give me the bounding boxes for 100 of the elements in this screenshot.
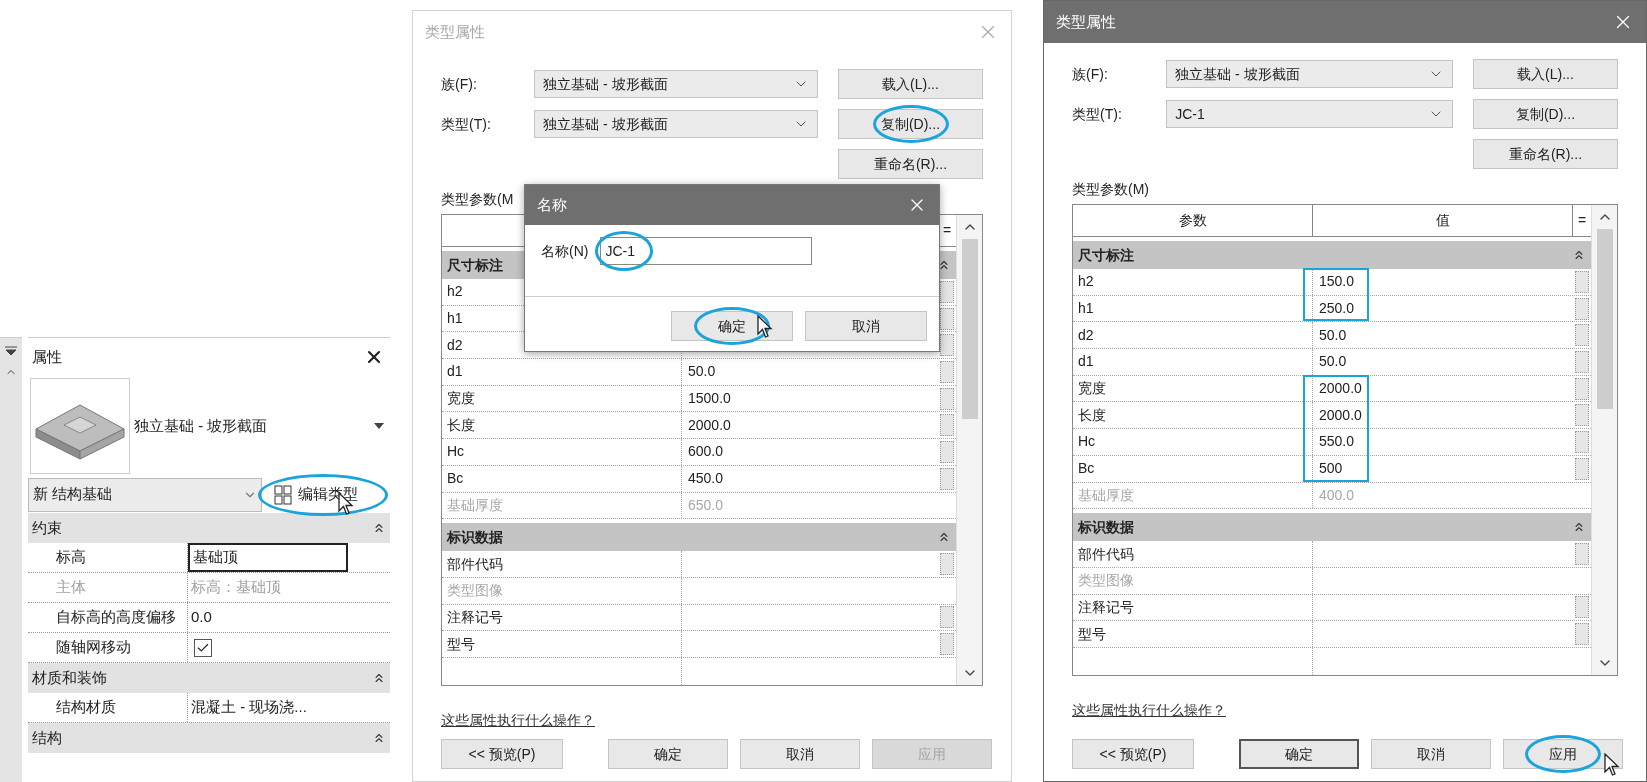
dialog-button[interactable]: 取消 (740, 739, 860, 769)
parameter-link-button[interactable] (940, 360, 954, 383)
parameter-value-cell[interactable]: 500 (1313, 455, 1573, 482)
parameter-link-button[interactable] (940, 280, 954, 303)
parameter-link-button[interactable] (1575, 543, 1589, 566)
parameter-link-button[interactable] (1575, 377, 1589, 400)
section-header[interactable]: 标识数据 (1073, 513, 1591, 542)
collapse-icon[interactable] (372, 731, 386, 745)
type-dropdown[interactable]: JC-1 (1166, 100, 1453, 128)
dialog-button[interactable]: 确定 (1239, 739, 1359, 769)
parameter-name-cell: 长度 (442, 412, 682, 439)
column-header: 值 (1313, 205, 1573, 236)
section-label: 类型参数(M (441, 190, 514, 209)
parameter-value-cell[interactable]: 50.0 (682, 359, 938, 385)
parameter-link-button[interactable] (1575, 324, 1589, 347)
parameter-name-cell: d1 (442, 359, 682, 385)
side-button[interactable]: 载入(L)... (838, 69, 983, 99)
side-button[interactable]: 重命名(R)... (838, 149, 983, 179)
parameter-link-button[interactable] (940, 387, 954, 410)
parameter-link-button[interactable] (1575, 350, 1589, 373)
parameter-value-cell[interactable]: 1500.0 (682, 385, 938, 412)
dialog-button[interactable]: 应用 (1503, 739, 1623, 769)
parameter-value-cell[interactable]: 2000.0 (1313, 375, 1573, 402)
parameter-value-cell[interactable]: 250.0 (1313, 295, 1573, 322)
parameter-link-button[interactable] (940, 633, 954, 656)
side-button[interactable]: 复制(D)... (838, 109, 983, 139)
instance-filter-dropdown[interactable]: 新 结构基础 (28, 477, 262, 512)
parameter-name-cell: Bc (442, 465, 682, 492)
parameter-link-button[interactable] (1575, 430, 1589, 453)
parameter-link-button[interactable] (940, 307, 954, 330)
cursor-icon (757, 315, 773, 339)
type-dropdown[interactable]: 独立基础 - 坡形截面 (534, 110, 818, 138)
parameter-name-cell: 注释记号 (442, 604, 682, 631)
field-label: 类型(T): (1072, 104, 1123, 124)
parameter-value-cell[interactable]: 600.0 (682, 439, 938, 465)
caret-down-icon[interactable] (374, 423, 384, 429)
column-header: = (1576, 211, 1588, 230)
section-header[interactable]: 结构 (28, 723, 390, 753)
parameter-link-button[interactable] (1575, 596, 1589, 619)
section-header[interactable]: 尺寸标注 (1073, 241, 1591, 269)
parameter-name-cell: 宽度 (442, 385, 682, 412)
field-label: 名称(N) (541, 241, 589, 261)
help-link[interactable]: 这些属性执行什么操作？ (441, 712, 595, 728)
name-input-field[interactable]: JC-1 (600, 237, 813, 265)
property-value-field[interactable]: 基础顶 (188, 543, 348, 572)
parameter-link-button[interactable] (940, 414, 954, 437)
parameter-link-button[interactable] (940, 467, 954, 490)
parameter-link-button[interactable] (1575, 457, 1589, 480)
property-value-field[interactable]: 混凝土 - 现场浇... (188, 693, 348, 722)
parameter-value-cell[interactable]: 550.0 (1313, 429, 1573, 455)
parameter-value-cell[interactable]: 450.0 (682, 465, 938, 492)
parameter-link-button[interactable] (940, 334, 954, 357)
scroll-thumb[interactable] (1596, 229, 1613, 409)
checkbox[interactable] (194, 638, 212, 657)
type-dropdown[interactable]: 独立基础 - 坡形截面 (534, 70, 818, 98)
window-title: 类型属性 (425, 21, 485, 42)
property-name-cell: 随轴网移动 (28, 633, 188, 662)
parameter-value-cell[interactable]: 50.0 (1313, 349, 1573, 375)
dialog-button[interactable]: 确定 (671, 311, 793, 341)
filter-icon[interactable] (5, 346, 17, 356)
parameter-link-button[interactable] (1575, 623, 1589, 646)
section-title: 约束 (32, 517, 62, 538)
parameter-name-cell: d1 (1073, 349, 1313, 375)
scrollbar[interactable] (1591, 205, 1617, 675)
parameter-name-cell: Hc (1073, 429, 1313, 455)
parameter-link-button[interactable] (940, 440, 954, 463)
parameter-name-cell: 基础厚度 (1073, 482, 1313, 509)
property-value-field[interactable]: 0.0 (188, 603, 348, 632)
side-button[interactable]: 载入(L)... (1473, 59, 1618, 89)
parameter-value-cell[interactable]: 150.0 (1313, 269, 1573, 295)
section-header[interactable]: 约束 (28, 513, 390, 543)
section-header[interactable]: 标识数据 (442, 523, 956, 552)
side-button[interactable]: 复制(D)... (1473, 99, 1618, 129)
collapse-icon[interactable] (937, 258, 951, 272)
dialog-button[interactable]: << 预览(P) (441, 739, 563, 769)
parameter-value-cell[interactable]: 50.0 (1313, 322, 1573, 349)
dialog-button[interactable]: 取消 (805, 311, 927, 341)
parameter-name-cell: 类型图像 (442, 577, 682, 604)
parameter-link-button[interactable] (1575, 297, 1589, 320)
help-link[interactable]: 这些属性执行什么操作？ (1072, 702, 1226, 718)
section-title: 尺寸标注 (1078, 245, 1134, 265)
side-button[interactable]: 重命名(R)... (1473, 139, 1618, 169)
parameter-link-button[interactable] (940, 606, 954, 629)
parameter-name-cell: 类型图像 (1073, 567, 1313, 594)
parameter-name-cell: 长度 (1073, 402, 1313, 429)
scrollbar[interactable] (956, 215, 982, 685)
dialog-button[interactable]: 取消 (1371, 739, 1491, 769)
collapse-icon[interactable] (372, 671, 386, 685)
dialog-button[interactable]: << 预览(P) (1072, 739, 1194, 769)
parameter-link-button[interactable] (940, 553, 954, 576)
parameter-value-cell[interactable]: 2000.0 (682, 412, 938, 439)
parameter-value-cell[interactable]: 2000.0 (1313, 402, 1573, 429)
parameter-link-button[interactable] (1575, 270, 1589, 293)
collapse-icon[interactable] (1572, 248, 1586, 262)
collapse-icon[interactable] (372, 521, 386, 535)
parameter-link-button[interactable] (1575, 404, 1589, 427)
scroll-thumb[interactable] (961, 239, 978, 419)
section-header[interactable]: 材质和装饰 (28, 663, 390, 693)
type-dropdown[interactable]: 独立基础 - 坡形截面 (1166, 60, 1453, 88)
dialog-button[interactable]: 确定 (608, 739, 728, 769)
